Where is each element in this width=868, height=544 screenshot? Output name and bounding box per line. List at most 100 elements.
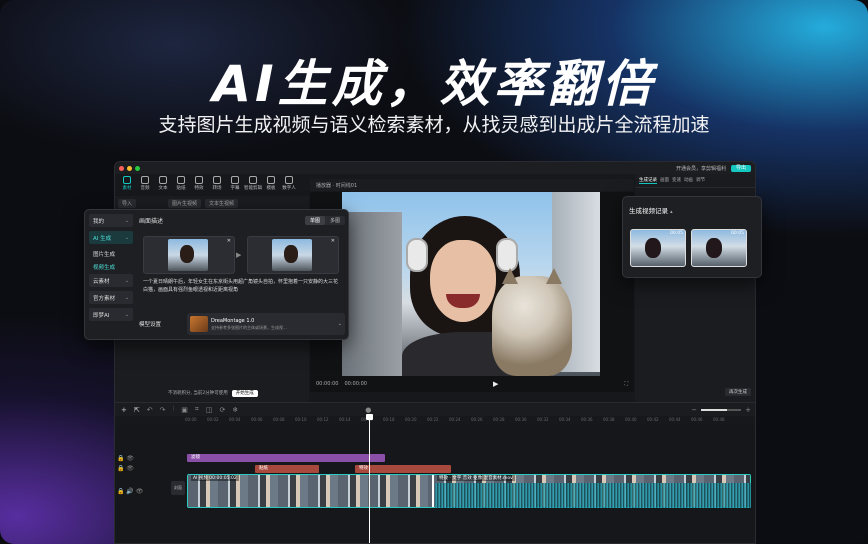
cat xyxy=(492,276,572,376)
tab-picture[interactable]: 画面 xyxy=(660,177,669,184)
zoom-out-icon[interactable]: − xyxy=(691,406,697,414)
track-controls[interactable]: 🔒 👁 xyxy=(117,455,134,462)
model-select[interactable]: DreaMontage 1.0 支持参考多张图片的主体或场景，生成视... ⌄ xyxy=(187,313,345,335)
nav-item[interactable]: 官方素材 ⌄ xyxy=(89,291,133,304)
cat-ear-right xyxy=(546,268,562,284)
right-tabs: 生成记录 画面 变速 动画 调节 xyxy=(635,174,755,188)
tab-history[interactable]: 生成记录 xyxy=(639,177,657,184)
zoom-dot[interactable] xyxy=(135,165,140,171)
ruler-tick: 00:20 xyxy=(405,417,417,422)
toolbar-label: 数字人 xyxy=(282,186,296,191)
chevron-down-icon[interactable]: ⌄ xyxy=(338,321,342,327)
fullscreen-icon[interactable]: ⛶ xyxy=(624,381,628,387)
tab-animation[interactable]: 动画 xyxy=(684,177,693,184)
tab-adjust[interactable]: 调节 xyxy=(696,177,705,184)
ruler-tick: 00:14 xyxy=(339,417,351,422)
toolbar-item[interactable]: 贴纸 xyxy=(172,176,190,194)
track-controls[interactable]: 🔒 🔊 👁 xyxy=(117,488,143,495)
crop-icon[interactable]: ⌗ xyxy=(195,405,199,414)
ruler-tick: 00:44 xyxy=(669,417,681,422)
ruler-tick: 00:10 xyxy=(295,417,307,422)
rotate-icon[interactable]: ⟳ xyxy=(219,406,225,414)
close-dot[interactable] xyxy=(119,165,124,171)
playhead[interactable] xyxy=(366,414,373,543)
headphone-right xyxy=(496,238,518,272)
ruler-tick: 00:22 xyxy=(427,417,439,422)
vip-text[interactable]: 开通会员，享剪辑福利 xyxy=(676,165,726,172)
toolbar-label: 模板 xyxy=(266,186,276,191)
nav-item[interactable]: 我的 ⌄ xyxy=(89,214,133,227)
end-image-slot[interactable]: ✕ xyxy=(247,236,339,274)
tab-text-to-video[interactable]: 文本生视频 xyxy=(205,199,239,208)
undo-icon[interactable]: ↶ xyxy=(147,406,153,414)
ruler-tick: 00:04 xyxy=(229,417,241,422)
freeze-icon[interactable]: ❄ xyxy=(232,406,238,414)
toolbar-icon xyxy=(123,176,131,184)
ruler-tick: 00:32 xyxy=(537,417,549,422)
add-icon[interactable]: + xyxy=(121,406,127,414)
nav-item[interactable]: 即梦AI ⌄ xyxy=(89,308,133,321)
regenerate-button[interactable]: 再次生成 xyxy=(725,388,751,396)
toolbar-item[interactable]: 文本 xyxy=(154,176,172,194)
mirror-icon[interactable]: ◫ xyxy=(206,406,213,414)
toolbar-label: 贴纸 xyxy=(176,186,186,191)
ruler-tick: 00:38 xyxy=(603,417,615,422)
nav-label: 即梦AI xyxy=(93,312,110,319)
toolbar-label: 文本 xyxy=(158,186,168,191)
multi-image-option[interactable]: 多图 xyxy=(325,216,345,225)
ruler-tick: 00:46 xyxy=(691,417,703,422)
track-controls[interactable]: 🔒 👁 xyxy=(117,465,134,472)
close-icon[interactable]: ✕ xyxy=(227,238,231,244)
nav-label: 云素材 xyxy=(93,278,110,285)
export-button[interactable]: 导出 xyxy=(730,164,751,172)
mic-icon[interactable]: ● xyxy=(365,406,371,414)
model-name: DreaMontage 1.0 xyxy=(211,317,255,324)
toolbar-item[interactable]: 智能剪辑 xyxy=(244,176,262,194)
minimize-dot[interactable] xyxy=(127,165,132,171)
toolbar-item[interactable]: 特效 xyxy=(190,176,208,194)
girl-face xyxy=(430,240,496,322)
toolbar-item[interactable]: 音频 xyxy=(136,176,154,194)
generate-bar: 不消耗积分, 当前2分钟可使用 开始生成 xyxy=(165,388,309,398)
model-setting: 模型设置 DreaMontage 1.0 支持参考多张图片的主体或场景，生成视.… xyxy=(139,312,345,336)
toolbar-item[interactable]: 素材 xyxy=(118,176,136,194)
video-clip[interactable]: AI 视频 00:00:05:02 xyxy=(188,475,434,507)
toolbar-icon xyxy=(177,176,185,184)
toolbar-icon xyxy=(285,176,293,184)
toolbar-item[interactable]: 数字人 xyxy=(280,176,298,194)
chevron-down-icon: ⌄ xyxy=(124,294,129,301)
chevron-up-icon[interactable]: ▴ xyxy=(670,209,673,215)
import-button[interactable]: 导入 xyxy=(118,199,137,208)
filter-clip[interactable]: 滤镜 xyxy=(187,454,385,462)
redo-icon[interactable]: ↷ xyxy=(160,406,166,414)
tab-image-to-video[interactable]: 图片生视频 xyxy=(168,199,202,208)
thumb-duration: 00:05 xyxy=(670,231,683,236)
nav-item[interactable]: 云素材 ⌄ xyxy=(89,274,133,287)
toolbar-item[interactable]: 字幕 xyxy=(226,176,244,194)
play-icon[interactable]: ▶ xyxy=(493,380,498,388)
toolbar-item[interactable]: 转场 xyxy=(208,176,226,194)
chevron-down-icon: ⌄ xyxy=(124,234,129,241)
close-icon[interactable]: ✕ xyxy=(331,238,335,244)
delete-icon[interactable]: ▣ xyxy=(181,406,188,414)
split-icon[interactable]: ⫶ xyxy=(173,405,175,414)
single-image-option[interactable]: 单图 xyxy=(304,215,325,225)
zoom-slider[interactable] xyxy=(701,408,742,411)
history-thumbnail[interactable]: 00:05 xyxy=(691,229,747,267)
prompt-text[interactable]: 一个夏日晴朗午后，年轻女生在东京街头用超广角镜头自拍，怀里抱着一只安静的大三花白… xyxy=(143,278,341,294)
tab-speed[interactable]: 变速 xyxy=(672,177,681,184)
cover-button[interactable]: 封面 xyxy=(171,481,185,495)
generate-button[interactable]: 开始生成 xyxy=(231,389,258,397)
history-thumbnail[interactable]: 00:05 xyxy=(630,229,686,267)
select-icon[interactable]: ⇱ xyxy=(134,406,140,414)
toolbar-item[interactable]: 模板 xyxy=(262,176,280,194)
ruler-tick: 00:34 xyxy=(559,417,571,422)
nav-item[interactable]: 视频生成 xyxy=(89,261,133,272)
nav-item[interactable]: AI 生成 ⌄ xyxy=(89,231,133,244)
nav-item[interactable]: 图片生成 xyxy=(89,248,133,259)
headphone-left xyxy=(406,238,428,272)
reference-image-slot[interactable]: ✕ xyxy=(143,236,235,274)
timeline-tracks: 🔒 👁 🔒 👁 🔒 🔊 👁 滤镜 贴纸 特效 封面 AI 视频 00:00:05… xyxy=(115,425,755,543)
sticker-clip[interactable]: 贴纸 xyxy=(255,465,319,473)
zoom-in-icon[interactable]: + xyxy=(745,406,751,414)
